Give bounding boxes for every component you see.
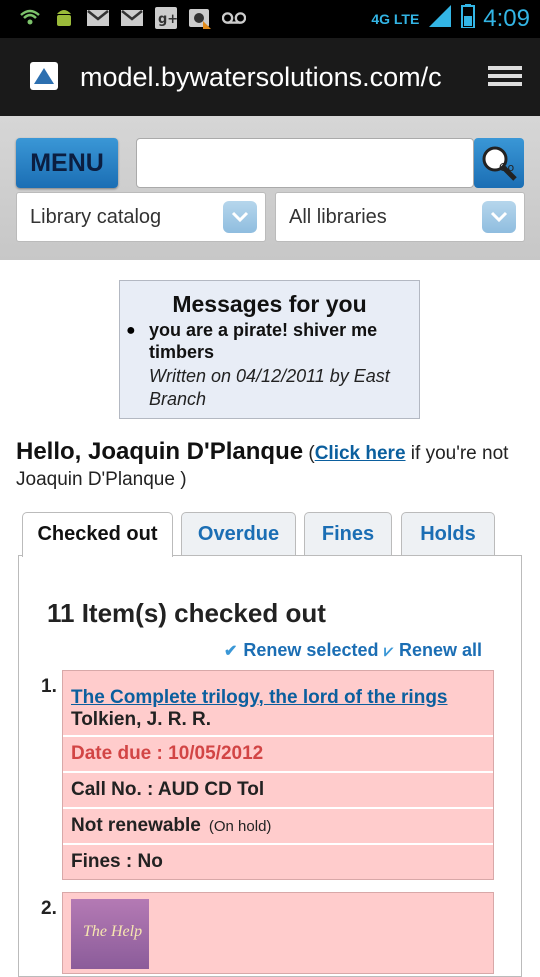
library-select[interactable]: All libraries <box>275 192 525 242</box>
catalog-select[interactable]: Library catalog <box>16 192 266 242</box>
search-input[interactable] <box>136 138 474 188</box>
tab-fines[interactable]: Fines <box>304 512 392 555</box>
catalog-select-value: Library catalog <box>30 206 162 228</box>
voicemail-icon <box>222 6 246 30</box>
camera-icon <box>188 6 212 30</box>
wifi-icon <box>18 6 42 30</box>
menu-button[interactable]: MENU <box>16 138 118 188</box>
battery-icon <box>461 4 476 33</box>
browser-toolbar: model.bywatersolutions.com/c <box>0 38 540 116</box>
renew-selected-button[interactable]: ✔ Renew selected <box>224 640 378 661</box>
greeting-name: Hello, Joaquin D'Planque <box>16 438 304 465</box>
not-you-link[interactable]: Click here <box>315 443 406 464</box>
item-date-due: Date due : 10/05/2012 <box>71 743 264 764</box>
gmail-icon <box>86 6 110 30</box>
gmail-icon <box>120 6 144 30</box>
google-plus-icon: g+ <box>154 6 178 30</box>
chevron-down-icon <box>482 201 516 233</box>
message-meta: Written on 04/12/2011 by East Branch <box>149 366 390 409</box>
double-check-icon: ⩗ <box>384 643 394 660</box>
book-cover[interactable]: The Help <box>71 899 149 969</box>
library-select-value: All libraries <box>289 206 387 228</box>
item-renewable: Not renewable <box>71 815 201 836</box>
tab-checked-out[interactable]: Checked out <box>22 512 173 557</box>
android-icon <box>52 6 76 30</box>
check-icon: ✔ <box>224 643 238 660</box>
search-go-button[interactable]: Go <box>474 138 524 188</box>
checkout-item: The Help <box>62 892 494 974</box>
renew-all-button[interactable]: ⩗ Renew all <box>384 640 482 661</box>
item-author: Tolkien, J. R. R. <box>71 709 212 730</box>
item-renew-note: (On hold) <box>208 818 272 835</box>
tab-overdue[interactable]: Overdue <box>181 512 296 555</box>
item-number: 2. <box>41 898 57 919</box>
svg-text:g+: g+ <box>158 12 177 27</box>
bullet-icon: ● <box>126 322 136 339</box>
item-number: 1. <box>41 676 57 697</box>
site-header: MENU Go Library catalog All libraries <box>0 116 540 260</box>
signal-icon <box>427 5 453 32</box>
item-fines: Fines : No <box>71 851 163 872</box>
item-title-link[interactable]: The Complete trilogy, the lord of the ri… <box>71 687 448 708</box>
checkout-item: The Complete trilogy, the lord of the ri… <box>62 670 494 880</box>
clock: 4:09 <box>483 4 530 32</box>
items-count-heading: 11 Item(s) checked out <box>47 598 326 628</box>
address-bar[interactable]: model.bywatersolutions.com/c <box>80 62 442 93</box>
messages-title: Messages for you <box>172 291 367 317</box>
message-text: you are a pirate! shiver me timbers <box>149 320 378 362</box>
network-type: 4G LTE <box>371 10 420 27</box>
search-icon: Go <box>482 146 517 181</box>
tab-holds[interactable]: Holds <box>401 512 495 555</box>
status-bar: g+ 4G LTE 4:09 <box>0 0 540 38</box>
messages-box: Messages for you ● you are a pirate! shi… <box>119 280 420 419</box>
site-favicon-icon <box>30 62 58 90</box>
item-call-number: Call No. : AUD CD Tol <box>71 779 265 800</box>
svg-text:Go: Go <box>499 161 515 174</box>
chevron-down-icon <box>223 201 257 233</box>
tabs-icon[interactable] <box>488 66 522 90</box>
greeting: Hello, Joaquin D'Planque (Click here if … <box>16 438 509 491</box>
